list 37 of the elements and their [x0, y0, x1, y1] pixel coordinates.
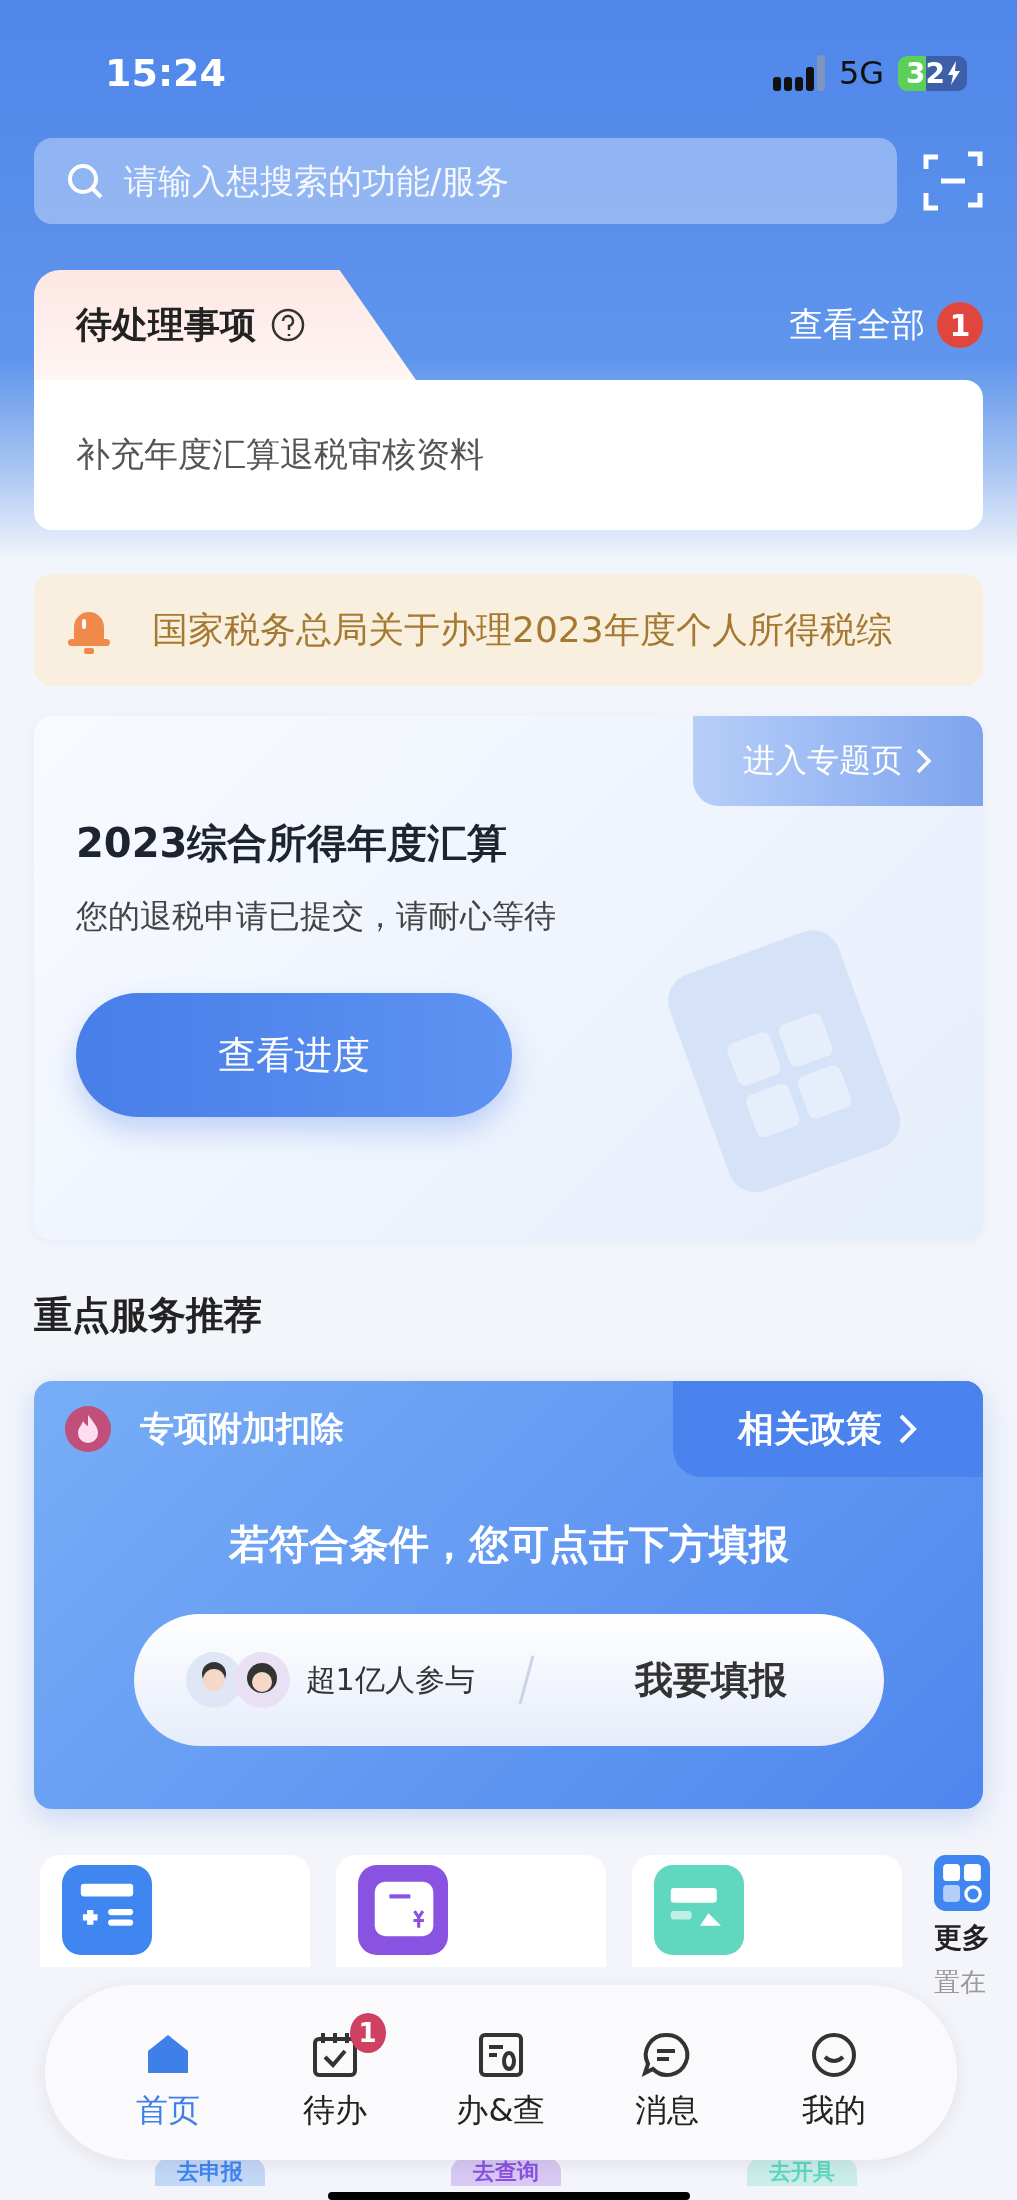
section-title: 重点服务推荐 [34, 1292, 263, 1339]
network-label: 5G [838, 54, 885, 92]
policy-link[interactable]: 相关政策 [673, 1381, 983, 1477]
charging-icon [947, 61, 961, 85]
service-action-button[interactable]: 去申报 [155, 2158, 265, 2186]
status-time: 15:24 [105, 51, 226, 95]
count-badge: 1 [937, 302, 983, 348]
view-all-link[interactable]: 查看全部 1 [789, 302, 983, 348]
service-action-button[interactable]: 去查询 [451, 2158, 561, 2186]
annual-subtitle: 您的退税申请已提交，请耐心等待 [76, 896, 557, 937]
service-card[interactable] [40, 1855, 310, 1967]
tab-item[interactable]: 我的 [768, 2012, 899, 2133]
fill-report-button[interactable]: 我要填报 [587, 1653, 834, 1707]
chevron-right-icon [915, 747, 933, 775]
deduction-title: 专项附加扣除 [140, 1407, 344, 1450]
tab-item[interactable]: 办&查 [435, 2012, 566, 2133]
tab-item[interactable]: 首页 [103, 2012, 234, 2133]
service-card[interactable] [336, 1855, 606, 1967]
notice-bar[interactable]: 国家税务总局关于办理2023年度个人所得税综 [34, 574, 983, 686]
notice-text: 国家税务总局关于办理2023年度个人所得税综 [152, 607, 892, 652]
deduction-prompt: 若符合条件，您可点击下方填报 [227, 1520, 790, 1569]
scan-icon[interactable] [923, 151, 983, 211]
search-icon [66, 162, 104, 200]
more-note: 置在 [934, 1966, 986, 1999]
annual-title: 2023综合所得年度汇算 [76, 819, 509, 868]
tab-badge: 1 [349, 2012, 386, 2053]
more-title[interactable]: 更多 [934, 1919, 990, 1957]
pending-item[interactable]: 补充年度汇算退税审核资料 [76, 432, 941, 478]
chevron-right-icon [898, 1413, 918, 1445]
help-icon[interactable] [270, 307, 306, 343]
tab-item[interactable]: 消息 [602, 2012, 733, 2133]
flame-icon [64, 1405, 112, 1453]
tab-item[interactable]: 待办 1 [269, 2012, 400, 2133]
pending-title: 待处理事项 [76, 302, 256, 347]
view-progress-button[interactable]: 查看进度 [76, 993, 512, 1117]
signal-icon [772, 55, 825, 91]
participants-text: 超1亿人参与 [305, 1660, 475, 1699]
